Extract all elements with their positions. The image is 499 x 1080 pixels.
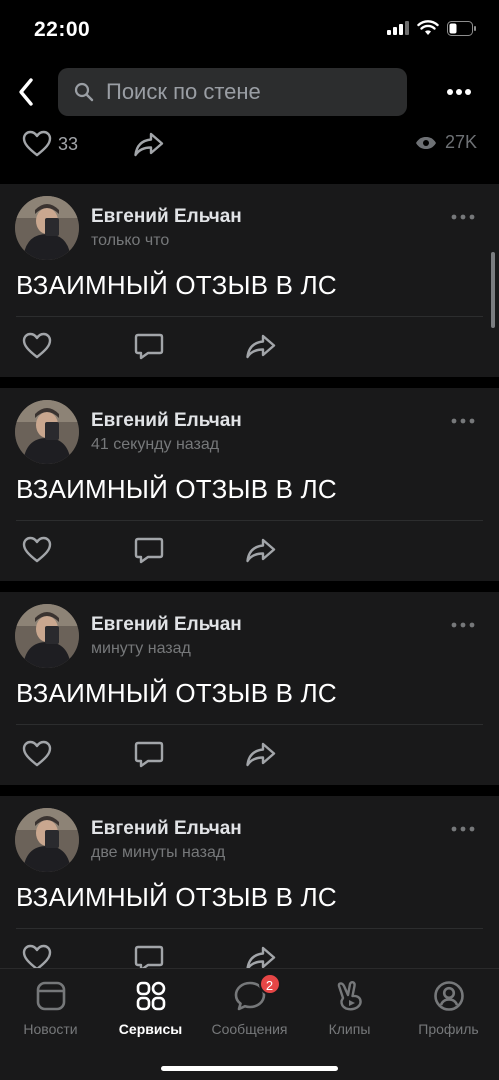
like-button[interactable] (20, 330, 54, 362)
like-button[interactable] (20, 534, 54, 566)
header: Поиск по стене (0, 60, 499, 126)
post-actions (0, 738, 499, 772)
tab-services[interactable]: Сервисы (101, 979, 200, 1039)
search-placeholder: Поиск по стене (106, 79, 261, 104)
comment-icon (134, 333, 164, 360)
previous-post-footer: 33 27K (0, 126, 499, 176)
divider (16, 724, 483, 725)
heart-icon (22, 536, 52, 563)
scrollbar[interactable] (491, 252, 495, 328)
heart-icon (22, 130, 52, 157)
views-count: 27K (444, 132, 477, 152)
comment-button[interactable] (132, 534, 166, 566)
tab-label: Профиль (418, 1021, 479, 1037)
post-card: Евгений Ельчан минуту назад ВЗАИМНЫЙ ОТЗ… (0, 592, 499, 785)
divider (16, 316, 483, 317)
heart-icon (22, 740, 52, 767)
share-icon (246, 742, 276, 767)
wifi-icon (417, 20, 439, 35)
divider (16, 928, 483, 929)
home-indicator[interactable] (161, 1066, 338, 1071)
post-actions (0, 534, 499, 568)
like-count: 33 (58, 134, 79, 154)
chevron-left-icon (19, 78, 33, 106)
post-time: две минуты назад (91, 844, 226, 861)
services-icon (134, 979, 168, 1013)
post-text: ВЗАИМНЫЙ ОТЗЫВ В ЛС (16, 270, 337, 300)
post-card: Евгений Ельчан 41 секунду назад ВЗАИМНЫЙ… (0, 388, 499, 581)
tab-bar: Новости Сервисы 2 Сообщения Клипы Профил… (0, 968, 499, 1080)
messages-icon: 2 (233, 973, 281, 1013)
cellular-signal-icon (387, 21, 409, 35)
tab-messages[interactable]: 2 Сообщения (200, 973, 299, 1039)
unread-badge: 2 (258, 973, 281, 995)
more-options-button[interactable] (445, 82, 473, 102)
views-counter: 27K (415, 132, 477, 153)
share-button[interactable] (132, 128, 166, 160)
tab-label: Новости (23, 1021, 78, 1037)
back-button[interactable] (12, 74, 40, 110)
post-more-button[interactable] (451, 824, 475, 834)
post-card: Евгений Ельчан только что ВЗАИМНЫЙ ОТЗЫВ… (0, 184, 499, 377)
post-author[interactable]: Евгений Ельчан (91, 818, 242, 840)
comment-icon (134, 741, 164, 768)
post-card: Евгений Ельчан две минуты назад ВЗАИМНЫЙ… (0, 796, 499, 989)
share-button[interactable] (244, 738, 278, 770)
avatar[interactable] (15, 400, 79, 464)
post-text: ВЗАИМНЫЙ ОТЗЫВ В ЛС (16, 882, 337, 912)
tab-label: Сообщения (211, 1021, 288, 1037)
post-author[interactable]: Евгений Ельчан (91, 614, 242, 636)
tab-clips[interactable]: Клипы (300, 979, 399, 1039)
more-horizontal-icon (451, 418, 475, 424)
tab-profile[interactable]: Профиль (399, 979, 498, 1039)
status-time: 22:00 (34, 18, 91, 41)
post-actions (0, 330, 499, 364)
share-icon (246, 334, 276, 359)
post-time: 41 секунду назад (91, 436, 220, 453)
comment-button[interactable] (132, 330, 166, 362)
like-button[interactable] (20, 128, 54, 160)
post-author[interactable]: Евгений Ельчан (91, 206, 242, 228)
more-horizontal-icon (451, 826, 475, 832)
clips-icon (333, 979, 367, 1013)
eye-icon (415, 136, 436, 149)
tab-label: Сервисы (118, 1021, 183, 1037)
status-icons (387, 20, 477, 36)
share-button[interactable] (244, 330, 278, 362)
post-time: только что (91, 232, 170, 249)
share-icon (246, 538, 276, 563)
avatar[interactable] (15, 604, 79, 668)
like-button[interactable] (20, 738, 54, 770)
search-input[interactable]: Поиск по стене (58, 68, 407, 116)
comment-button[interactable] (132, 738, 166, 770)
search-icon (74, 81, 96, 103)
post-author[interactable]: Евгений Ельчан (91, 410, 242, 432)
heart-icon (22, 332, 52, 359)
post-more-button[interactable] (451, 416, 475, 426)
more-horizontal-icon (451, 622, 475, 628)
tab-news[interactable]: Новости (1, 979, 100, 1039)
post-time: минуту назад (91, 640, 191, 657)
post-text: ВЗАИМНЫЙ ОТЗЫВ В ЛС (16, 678, 337, 708)
share-icon (134, 132, 164, 157)
divider (16, 520, 483, 521)
profile-icon (432, 979, 466, 1013)
post-more-button[interactable] (451, 212, 475, 222)
post-text: ВЗАИМНЫЙ ОТЗЫВ В ЛС (16, 474, 337, 504)
status-bar: 22:00 (0, 0, 499, 60)
post-more-button[interactable] (451, 620, 475, 630)
share-button[interactable] (244, 534, 278, 566)
comment-icon (134, 537, 164, 564)
news-icon (34, 979, 68, 1013)
more-horizontal-icon (451, 214, 475, 220)
battery-icon (447, 20, 476, 36)
more-horizontal-icon (447, 89, 471, 95)
tab-label: Клипы (328, 1021, 371, 1037)
avatar[interactable] (15, 196, 79, 260)
avatar[interactable] (15, 808, 79, 872)
